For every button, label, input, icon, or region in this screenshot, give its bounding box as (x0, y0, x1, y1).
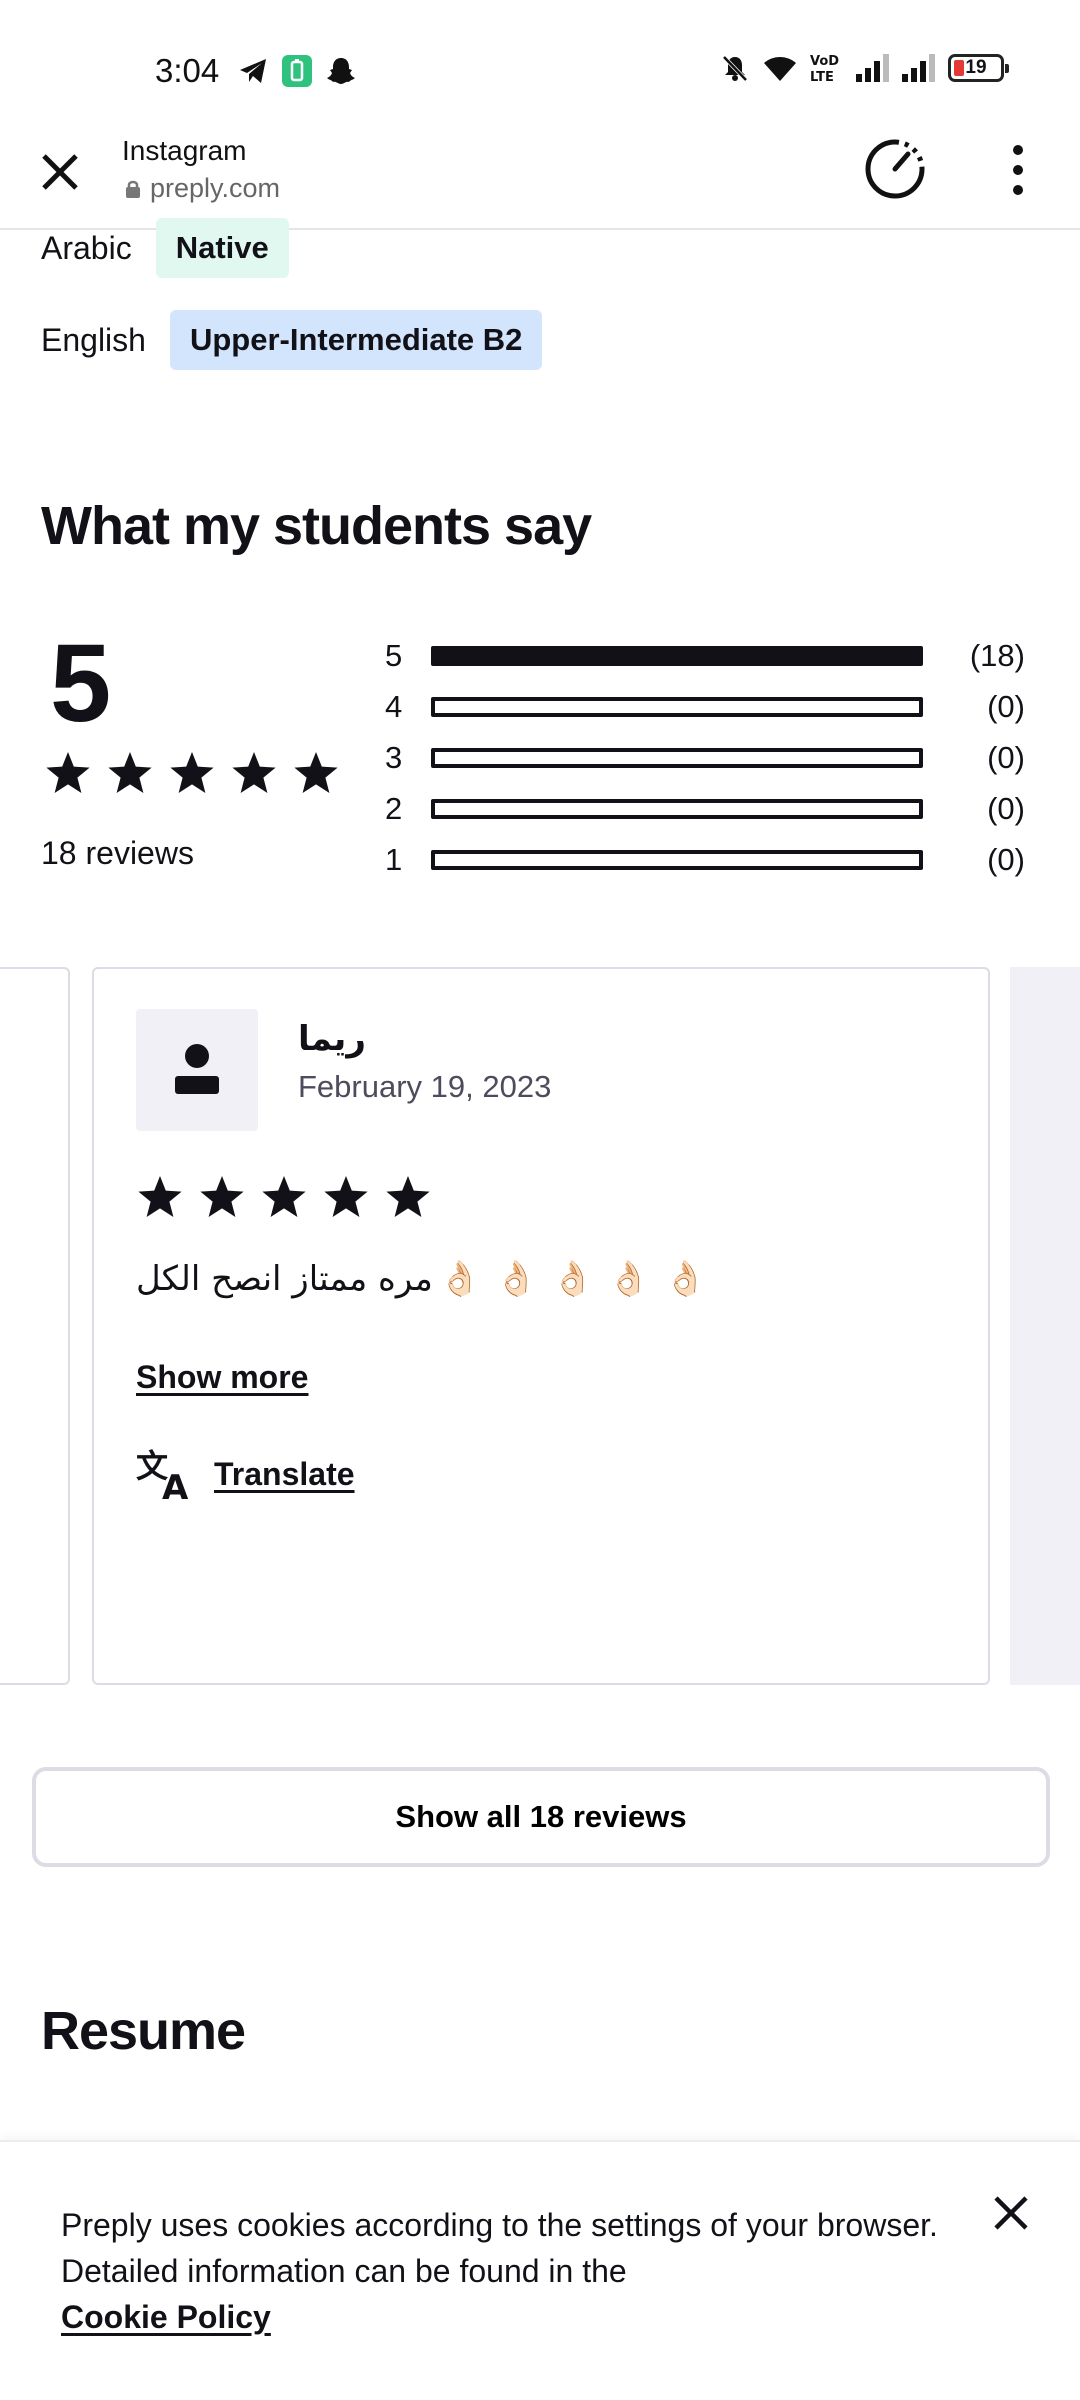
language-row-arabic: Arabic Native (41, 218, 289, 278)
signal-icon (902, 54, 935, 82)
status-right-icons: VoD LTE 19 (720, 52, 1009, 84)
browser-url: preply.com (126, 173, 280, 204)
previous-review-card[interactable] (0, 967, 70, 1685)
show-all-reviews-button[interactable]: Show all 18 reviews (32, 1767, 1050, 1867)
rating-label: 4 (385, 688, 403, 724)
more-options-icon[interactable] (1004, 144, 1032, 196)
review-text-body: مره ممتاز انصح الكل (136, 1259, 433, 1299)
url-text: preply.com (150, 173, 281, 203)
star-icon (46, 752, 90, 793)
rating-label: 5 (385, 637, 403, 673)
rating-row-5[interactable]: 5 (18) (385, 630, 1025, 681)
rating-label: 2 (385, 790, 403, 826)
star-icon (232, 752, 276, 793)
speedometer-icon[interactable] (862, 136, 928, 202)
status-bar: 3:04 VoD LTE 19 (0, 0, 1080, 130)
rating-row-2[interactable]: 2 (0) (385, 783, 1025, 834)
signal-icon (856, 54, 889, 82)
star-icon (262, 1176, 306, 1217)
average-score: 5 (50, 622, 112, 745)
svg-text:LTE: LTE (810, 70, 834, 84)
mute-icon (722, 55, 748, 82)
star-icon (386, 1176, 430, 1217)
star-icon (170, 752, 214, 793)
language-name: Arabic (41, 229, 132, 266)
review-text: مره ممتاز انصح الكل 👌🏻 👌🏻 👌🏻 👌🏻 👌🏻 (136, 1259, 707, 1299)
star-icon (294, 752, 338, 793)
rating-bar (431, 645, 923, 666)
browser-toolbar: Instagram preply.com (0, 130, 1080, 230)
ok-hand-emoji: 👌🏻 (551, 1259, 594, 1299)
ok-hand-emojis: 👌🏻 👌🏻 👌🏻 👌🏻 👌🏻 (439, 1259, 707, 1299)
star-icon (108, 752, 152, 793)
rating-bar (431, 798, 923, 819)
star-icon (200, 1176, 244, 1217)
resume-section-title: Resume (41, 2001, 246, 2061)
rating-label: 3 (385, 739, 403, 775)
snapchat-icon (327, 58, 355, 84)
status-time: 3:04 (155, 52, 220, 89)
review-card: ريما February 19, 2023 مره ممتاز انصح ال… (92, 967, 990, 1685)
language-level-badge: Native (155, 218, 289, 278)
star-icon (138, 1176, 182, 1217)
user-icon (175, 1044, 219, 1094)
close-icon[interactable] (36, 148, 84, 196)
ok-hand-emoji: 👌🏻 (495, 1259, 538, 1299)
battery-saver-icon (282, 55, 312, 87)
rating-bar (431, 849, 923, 870)
language-name: English (41, 321, 146, 358)
rating-count: (0) (987, 739, 1025, 775)
translate-link[interactable]: Translate (214, 1456, 355, 1493)
language-level-badge: Upper-Intermediate B2 (169, 310, 543, 370)
wifi-icon (764, 57, 796, 81)
rating-distribution: 5 (18) 4 (0) 3 (0) 2 (0) 1 (0) (385, 630, 1025, 885)
volte-icon: VoDLTE (810, 54, 839, 84)
cookie-text: Preply uses cookies according to the set… (61, 2202, 961, 2340)
close-icon[interactable] (990, 2192, 1032, 2234)
rating-label: 1 (385, 841, 403, 877)
cookie-message: Preply uses cookies according to the set… (61, 2207, 938, 2289)
status-left-icons (238, 55, 356, 87)
rating-row-3[interactable]: 3 (0) (385, 732, 1025, 783)
lock-icon (126, 180, 140, 198)
cookie-banner: Preply uses cookies according to the set… (0, 2140, 1080, 2400)
battery-icon: 19 (948, 54, 1009, 82)
rating-count: (0) (987, 841, 1025, 877)
reviews-section-title: What my students say (41, 496, 592, 556)
cookie-policy-link[interactable]: Cookie Policy (61, 2299, 271, 2335)
browser-title: Instagram (122, 135, 247, 166)
show-more-link[interactable]: Show more (136, 1359, 308, 1396)
translate-icon: 文A (136, 1447, 189, 1501)
svg-text:A: A (162, 1468, 189, 1501)
ok-hand-emoji: 👌🏻 (664, 1259, 707, 1299)
avatar (136, 1009, 258, 1131)
svg-text:VoD: VoD (810, 54, 839, 69)
telegram-icon (240, 59, 266, 83)
star-icon (324, 1176, 368, 1217)
next-review-card[interactable] (1010, 967, 1080, 1685)
rating-row-4[interactable]: 4 (0) (385, 681, 1025, 732)
language-row-english: English Upper-Intermediate B2 (41, 310, 543, 370)
rating-row-1[interactable]: 1 (0) (385, 834, 1025, 885)
ok-hand-emoji: 👌🏻 (438, 1259, 482, 1299)
rating-bar (431, 747, 923, 768)
rating-count: (18) (969, 637, 1025, 673)
rating-count: (0) (987, 688, 1025, 724)
rating-bar (431, 696, 923, 717)
translate-button[interactable]: 文A Translate (136, 1447, 355, 1501)
review-stars (136, 1174, 432, 1220)
average-rating-stars (44, 750, 340, 796)
reviewer-name: ريما (298, 1019, 366, 1059)
rating-count: (0) (987, 790, 1025, 826)
reviews-count: 18 reviews (41, 835, 194, 871)
review-date: February 19, 2023 (298, 1069, 552, 1104)
ok-hand-emoji: 👌🏻 (607, 1259, 651, 1299)
